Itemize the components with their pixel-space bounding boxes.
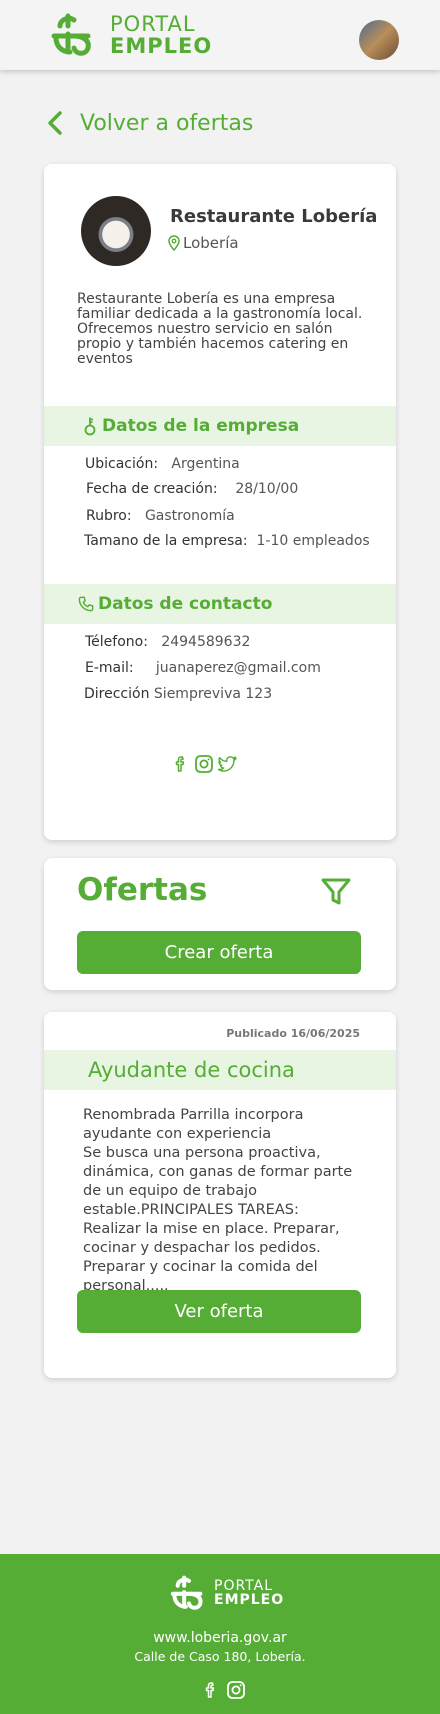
offer-title: Ayudante de cocina	[88, 1058, 295, 1082]
footer-social-links	[200, 1680, 246, 1700]
app-header: PORTAL EMPLEO	[0, 0, 440, 70]
chevron-left-icon	[48, 111, 62, 135]
location-pin-icon	[168, 235, 180, 251]
company-location: Lobería	[168, 234, 239, 252]
social-links	[170, 754, 238, 774]
twitter-icon[interactable]	[218, 754, 238, 774]
industry-label: Rubro:	[86, 508, 132, 524]
footer-address: Calle de Caso 180, Lobería.	[134, 1649, 306, 1664]
ofertas-card: Ofertas Crear oferta	[44, 858, 396, 990]
facebook-icon[interactable]	[170, 754, 190, 774]
contact-phone-row: Télefono: 2494589632	[85, 634, 250, 650]
logo-text-empleo: EMPLEO	[110, 33, 213, 58]
portal-empleo-logo[interactable]: PORTAL EMPLEO	[48, 12, 212, 58]
industry-value: Gastronomía	[144, 508, 235, 524]
company-name: Restaurante Lobería	[170, 206, 378, 227]
footer-instagram-icon[interactable]	[226, 1680, 246, 1700]
company-founded-row: Fecha de creación: 28/10/00	[86, 481, 298, 497]
location-value: Argentina	[171, 456, 240, 472]
back-to-offers-link[interactable]: Volver a ofertas	[46, 110, 253, 136]
founded-value: 28/10/00	[235, 481, 299, 497]
key-icon	[84, 417, 96, 436]
footer-website-link[interactable]: www.loberia.gov.ar	[0, 1630, 440, 1646]
create-offer-button[interactable]: Crear oferta	[77, 931, 361, 974]
filter-icon[interactable]	[320, 876, 352, 908]
email-value: juanaperez@gmail.com	[155, 660, 321, 676]
company-data-section-header: Datos de la empresa	[44, 406, 396, 446]
company-logo-image	[81, 196, 151, 266]
phone-label: Télefono:	[85, 634, 148, 650]
company-location-label: Lobería	[183, 234, 239, 252]
offer-published-date: Publicado 16/06/2025	[226, 1027, 360, 1040]
phone-value: 2494589632	[161, 634, 251, 650]
app-footer: PORTAL EMPLEO www.loberia.gov.ar Calle d…	[0, 1554, 440, 1714]
email-label: E-mail:	[85, 660, 134, 676]
offer-card: Publicado 16/06/2025 Ayudante de cocina …	[44, 1012, 396, 1378]
footer-logo-text-empleo: EMPLEO	[214, 1592, 285, 1608]
instagram-icon[interactable]	[194, 754, 214, 774]
contact-section-header: Datos de contacto	[44, 584, 396, 624]
size-label: Tamano de la empresa:	[84, 533, 248, 549]
location-label: Ubicación:	[85, 456, 159, 472]
company-data-title: Datos de la empresa	[102, 416, 300, 436]
footer-facebook-icon[interactable]	[200, 1680, 220, 1700]
address-label: Dirección	[84, 686, 150, 702]
footer-logo-text-portal: PORTAL	[214, 1578, 274, 1594]
contact-email-row: E-mail: juanaperez@gmail.com	[85, 660, 321, 676]
company-size-row: Tamano de la empresa: 1-10 empleados	[84, 533, 370, 549]
logo-text-portal: PORTAL	[110, 11, 196, 36]
company-card: Restaurante Lobería Lobería Restaurante …	[44, 164, 396, 840]
founded-label: Fecha de creación:	[86, 481, 218, 497]
phone-icon	[78, 596, 94, 612]
back-link-label: Volver a ofertas	[80, 110, 254, 136]
ofertas-title: Ofertas	[77, 872, 208, 908]
user-avatar[interactable]	[359, 20, 399, 60]
offer-description: Renombrada Parrilla incorpora ayudante c…	[83, 1107, 353, 1294]
footer-logo[interactable]: PORTAL EMPLEO	[168, 1574, 284, 1612]
size-value: 1-10 empleados	[256, 533, 370, 549]
contact-title: Datos de contacto	[98, 594, 273, 614]
view-offer-button[interactable]: Ver oferta	[77, 1290, 361, 1333]
offer-title-band: Ayudante de cocina	[44, 1050, 396, 1090]
address-value: Siempreviva 123	[153, 686, 273, 702]
contact-address-row: Dirección Siempreviva 123	[84, 686, 272, 702]
company-industry-row: Rubro: Gastronomía	[86, 508, 235, 524]
portal-empleo-logo-icon	[51, 13, 91, 56]
company-location-row: Ubicación: Argentina	[85, 456, 240, 472]
company-description: Restaurante Lobería es una empresa famil…	[77, 291, 363, 367]
footer-logo-icon	[170, 1575, 203, 1610]
